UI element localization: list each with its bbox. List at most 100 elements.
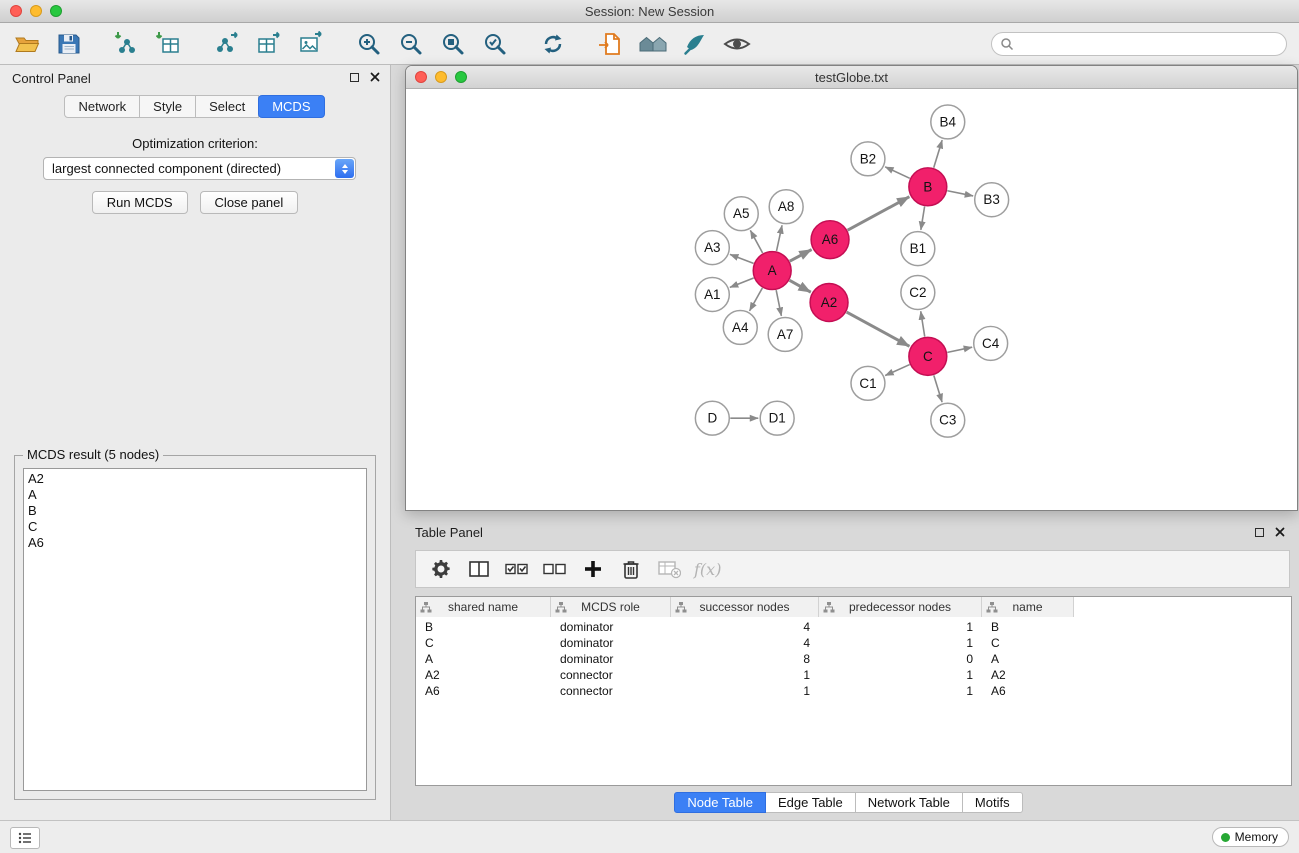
delete-table-button[interactable] bbox=[652, 553, 686, 585]
graph-edge-C-C1[interactable] bbox=[885, 365, 909, 376]
window-minimize-button[interactable] bbox=[30, 5, 42, 17]
graph-edge-A-A4[interactable] bbox=[750, 288, 763, 311]
zoom-fit-button[interactable] bbox=[436, 28, 470, 60]
graphics-details-button[interactable] bbox=[720, 28, 754, 60]
column-header-shared-name[interactable]: shared name bbox=[416, 597, 551, 617]
graph-node-A6[interactable]: A6 bbox=[811, 221, 849, 259]
graph-node-B1[interactable]: B1 bbox=[901, 232, 935, 266]
search-input[interactable] bbox=[1019, 36, 1278, 52]
table-row[interactable]: A6connector11A6 bbox=[416, 683, 1291, 699]
graph-edge-C-C2[interactable] bbox=[921, 311, 925, 336]
tab-style[interactable]: Style bbox=[139, 95, 196, 118]
table-row[interactable]: A2connector11A2 bbox=[416, 667, 1291, 683]
run-mcds-button[interactable]: Run MCDS bbox=[92, 191, 188, 214]
delete-column-button[interactable] bbox=[614, 553, 648, 585]
node-table-body[interactable]: Bdominator41BCdominator41CAdominator80AA… bbox=[416, 617, 1291, 785]
network-graph[interactable]: B4B2BB3A8A5A6A3B1AC2A1A2A4A7C4CC1DD1C3 bbox=[406, 89, 1297, 510]
network-canvas[interactable]: B4B2BB3A8A5A6A3B1AC2A1A2A4A7C4CC1DD1C3 bbox=[406, 89, 1297, 510]
column-header-predecessor-nodes[interactable]: predecessor nodes bbox=[819, 597, 982, 617]
mcds-result-item[interactable]: C bbox=[28, 519, 362, 535]
function-builder-button[interactable]: f(x) bbox=[690, 553, 725, 585]
table-row[interactable]: Bdominator41B bbox=[416, 619, 1291, 635]
network-overview-button[interactable] bbox=[636, 28, 670, 60]
float-panel-icon[interactable] bbox=[350, 73, 359, 82]
criterion-dropdown[interactable]: largest connected component (directed) bbox=[43, 157, 356, 180]
close-table-panel-icon[interactable] bbox=[1275, 527, 1285, 537]
open-session-button[interactable] bbox=[10, 28, 44, 60]
mcds-result-item[interactable]: A2 bbox=[28, 471, 362, 487]
graph-node-B4[interactable]: B4 bbox=[931, 105, 965, 139]
graph-edge-A-A3[interactable] bbox=[730, 254, 754, 263]
graph-node-A1[interactable]: A1 bbox=[695, 278, 729, 312]
graph-node-B3[interactable]: B3 bbox=[975, 183, 1009, 217]
close-panel-icon[interactable] bbox=[370, 72, 380, 82]
tab-select[interactable]: Select bbox=[195, 95, 259, 118]
graph-edge-A-A2[interactable] bbox=[790, 280, 811, 292]
close-panel-button[interactable]: Close panel bbox=[200, 191, 299, 214]
tab-motifs[interactable]: Motifs bbox=[962, 792, 1023, 813]
graph-node-D[interactable]: D bbox=[695, 401, 729, 435]
float-table-panel-icon[interactable] bbox=[1255, 528, 1264, 537]
graph-node-C[interactable]: C bbox=[909, 337, 947, 375]
import-file-button[interactable] bbox=[594, 28, 628, 60]
graph-edge-A2-C[interactable] bbox=[847, 312, 910, 346]
graph-edge-A-A7[interactable] bbox=[776, 290, 781, 316]
apply-layout-button[interactable] bbox=[536, 28, 570, 60]
graph-edge-B-B4[interactable] bbox=[934, 140, 942, 168]
graph-node-C4[interactable]: C4 bbox=[974, 326, 1008, 360]
graph-node-B[interactable]: B bbox=[909, 168, 947, 206]
memory-button[interactable]: Memory bbox=[1212, 827, 1289, 847]
save-session-button[interactable] bbox=[52, 28, 86, 60]
mcds-result-list[interactable]: A2ABCA6 bbox=[23, 468, 367, 791]
graph-edge-B-B1[interactable] bbox=[921, 206, 925, 229]
column-header-MCDS-role[interactable]: MCDS role bbox=[551, 597, 671, 617]
import-table-button[interactable] bbox=[152, 28, 186, 60]
tab-edge-table[interactable]: Edge Table bbox=[765, 792, 856, 813]
graph-node-A[interactable]: A bbox=[753, 252, 791, 290]
graph-node-A8[interactable]: A8 bbox=[769, 190, 803, 224]
column-header-name[interactable]: name bbox=[982, 597, 1074, 617]
column-header-successor-nodes[interactable]: successor nodes bbox=[671, 597, 819, 617]
deselect-all-button[interactable] bbox=[538, 553, 572, 585]
graph-node-A2[interactable]: A2 bbox=[810, 284, 848, 322]
zoom-selected-button[interactable] bbox=[478, 28, 512, 60]
zoom-out-button[interactable] bbox=[394, 28, 428, 60]
graph-node-C3[interactable]: C3 bbox=[931, 403, 965, 437]
export-table-button[interactable] bbox=[252, 28, 286, 60]
window-close-button[interactable] bbox=[10, 5, 22, 17]
network-window-titlebar[interactable]: testGlobe.txt bbox=[406, 66, 1297, 89]
graph-node-C1[interactable]: C1 bbox=[851, 366, 885, 400]
graph-edge-B-B3[interactable] bbox=[947, 191, 973, 196]
graph-edge-B-B2[interactable] bbox=[885, 167, 910, 178]
graph-edge-C-C4[interactable] bbox=[947, 347, 972, 352]
graph-node-A5[interactable]: A5 bbox=[724, 197, 758, 231]
graph-edge-A-A8[interactable] bbox=[776, 225, 782, 251]
mcds-result-item[interactable]: B bbox=[28, 503, 362, 519]
select-all-button[interactable] bbox=[500, 553, 534, 585]
graph-node-A7[interactable]: A7 bbox=[768, 317, 802, 351]
graph-node-C2[interactable]: C2 bbox=[901, 276, 935, 310]
graph-edge-A-A1[interactable] bbox=[730, 278, 754, 287]
tab-network-table[interactable]: Network Table bbox=[855, 792, 963, 813]
apply-style-button[interactable] bbox=[678, 28, 712, 60]
graph-edge-A-A6[interactable] bbox=[790, 250, 812, 262]
window-zoom-button[interactable] bbox=[50, 5, 62, 17]
table-row[interactable]: Cdominator41C bbox=[416, 635, 1291, 651]
graph-edge-C-C3[interactable] bbox=[934, 375, 942, 402]
network-window-minimize-button[interactable] bbox=[435, 71, 447, 83]
graph-node-A3[interactable]: A3 bbox=[695, 231, 729, 265]
network-window-close-button[interactable] bbox=[415, 71, 427, 83]
mcds-result-item[interactable]: A bbox=[28, 487, 362, 503]
table-settings-button[interactable] bbox=[424, 553, 458, 585]
tab-network[interactable]: Network bbox=[64, 95, 140, 118]
graph-edge-A-A5[interactable] bbox=[750, 230, 762, 253]
show-panels-button[interactable] bbox=[10, 827, 40, 849]
table-row[interactable]: Adominator80A bbox=[416, 651, 1291, 667]
mcds-result-item[interactable]: A6 bbox=[28, 535, 362, 551]
zoom-in-button[interactable] bbox=[352, 28, 386, 60]
export-network-button[interactable] bbox=[210, 28, 244, 60]
graph-node-B2[interactable]: B2 bbox=[851, 142, 885, 176]
show-column-button[interactable] bbox=[462, 553, 496, 585]
graph-edge-A6-B[interactable] bbox=[848, 197, 910, 230]
network-window-zoom-button[interactable] bbox=[455, 71, 467, 83]
